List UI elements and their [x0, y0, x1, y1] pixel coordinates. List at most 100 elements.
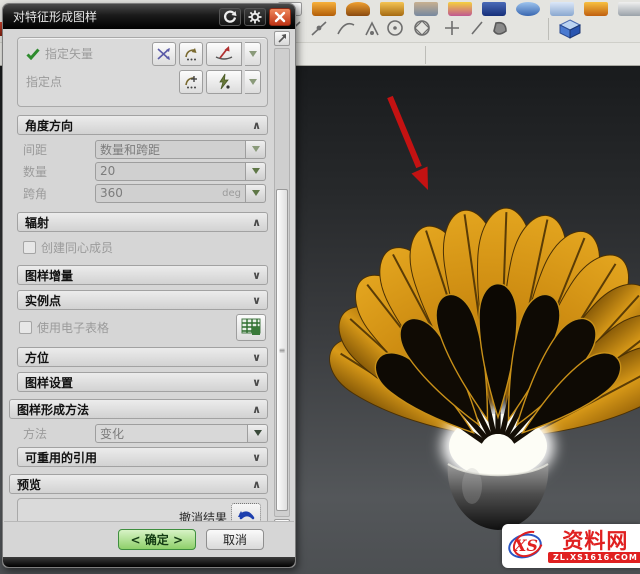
point-options-dropdown[interactable] — [245, 70, 261, 94]
toolbar-icon-extrude[interactable] — [312, 2, 336, 16]
section-reusable-references[interactable]: 可重用的引用 ∨ — [17, 447, 268, 467]
chevron-up-icon: ∧ — [252, 216, 261, 229]
vector-dialog-button[interactable] — [179, 42, 203, 66]
dropdown-arrow-icon — [252, 146, 260, 152]
span-options-button[interactable] — [246, 184, 266, 203]
span-angle-label: 跨角 — [23, 185, 95, 202]
inferred-vector-icon — [213, 45, 235, 63]
toolbar-icon-revolve[interactable] — [346, 2, 370, 16]
toolbar-separator — [548, 18, 549, 40]
inferred-vector-button[interactable] — [206, 42, 242, 66]
preview-group: 撤消结果 — [17, 498, 268, 521]
count-label: 数量 — [23, 163, 95, 180]
specify-point-caption: 指定点 — [26, 73, 176, 90]
thumb-grip-icon: ≡ — [279, 346, 286, 355]
dropdown-caret-icon — [249, 79, 257, 85]
section-pattern-method[interactable]: 图样形成方法 ∧ — [9, 399, 268, 419]
chevron-up-icon: ∧ — [252, 403, 261, 416]
dialog-reset-button[interactable] — [219, 8, 241, 26]
toolbar-icon-boss[interactable] — [414, 2, 438, 16]
ok-button[interactable]: < 确定 > — [118, 529, 196, 550]
snap-icons[interactable] — [282, 17, 540, 41]
method-dropdown-button[interactable] — [248, 424, 268, 443]
scrollbar-track[interactable]: ≡ — [274, 48, 290, 517]
inferred-point-button[interactable] — [206, 70, 242, 94]
cancel-button[interactable]: 取消 — [206, 529, 264, 550]
method-dropdown[interactable]: 变化 — [95, 424, 248, 443]
chevron-down-icon: ∨ — [252, 376, 261, 389]
dropdown-caret-icon — [249, 51, 257, 57]
use-spreadsheet-checkbox[interactable] — [19, 321, 32, 334]
toolbar-icon-shell[interactable] — [618, 2, 640, 16]
snap-point-toolbar — [282, 16, 583, 42]
down-arrow-icon — [252, 168, 260, 174]
concentric-members-checkbox[interactable] — [23, 241, 36, 254]
dialog-close-button[interactable] — [269, 8, 291, 26]
method-label: 方法 — [23, 425, 95, 442]
feature-toolbar-row — [278, 0, 640, 16]
shuttlecock-model — [290, 66, 640, 574]
toolbar-divider — [425, 46, 426, 64]
vector-options-dropdown[interactable] — [245, 42, 261, 66]
dialog-clip-button[interactable] — [274, 31, 290, 46]
point-dialog-icon — [183, 74, 199, 90]
section-radiate[interactable]: 辐射 ∧ — [17, 212, 268, 232]
span-angle-input[interactable]: 360 deg — [95, 184, 246, 203]
diagonal-arrow-icon — [278, 34, 287, 43]
toolbar-icon-hole[interactable] — [380, 2, 404, 16]
use-spreadsheet-label: 使用电子表格 — [37, 319, 233, 336]
section-instance-points[interactable]: 实例点 ∨ — [17, 290, 268, 310]
section-angular-direction[interactable]: 角度方向 ∧ — [17, 115, 268, 135]
two-point-vector-button[interactable] — [152, 42, 176, 66]
application-window: XS 资料网 ZL.XS1616.COM 对特征形成图样 — [0, 0, 640, 574]
scrollbar-thumb[interactable]: ≡ — [276, 189, 288, 511]
down-arrow-icon — [252, 190, 260, 196]
work-in-cube-icon[interactable] — [557, 17, 583, 41]
close-icon — [274, 11, 286, 23]
section-pattern-settings[interactable]: 图样设置 ∨ — [17, 372, 268, 392]
vector-dialog-icon — [183, 46, 199, 62]
annotation-arrow — [390, 97, 428, 190]
watermark-logo-text: XS — [514, 536, 538, 555]
toolbar-icon-mirror[interactable] — [482, 2, 506, 16]
watermark-site-name: 资料网 — [562, 530, 628, 552]
watermark: XS 资料网 ZL.XS1616.COM — [502, 524, 640, 568]
watermark-logo: XS — [506, 531, 546, 561]
dialog-title-bar[interactable]: 对特征形成图样 — [3, 4, 295, 29]
spreadsheet-icon — [241, 318, 261, 336]
undo-result-button[interactable] — [231, 503, 261, 521]
point-dialog-button[interactable] — [179, 70, 203, 94]
concentric-members-label: 创建同心成员 — [41, 239, 113, 256]
dialog-title: 对特征形成图样 — [13, 8, 216, 25]
chevron-down-icon: ∨ — [252, 294, 261, 307]
count-options-button[interactable] — [246, 162, 266, 181]
edit-spreadsheet-button[interactable] — [236, 314, 266, 341]
specify-vector-caption: 指定矢量 — [26, 45, 149, 62]
chevron-down-icon: ∨ — [252, 269, 261, 282]
undo-result-label: 撤消结果 — [179, 509, 227, 522]
section-preview[interactable]: 预览 ∧ — [9, 474, 268, 494]
reset-icon — [223, 10, 237, 24]
section-pattern-increment[interactable]: 图样增量 ∨ — [17, 265, 268, 285]
dialog-footer: < 确定 > 取消 — [4, 521, 294, 557]
section-orientation[interactable]: 方位 ∨ — [17, 347, 268, 367]
toolbar-icon-chamfer[interactable] — [584, 2, 608, 16]
chevron-down-icon: ∨ — [252, 451, 261, 464]
dialog-settings-button[interactable] — [244, 8, 266, 26]
dialog-body: 指定矢量 指定点 — [4, 29, 294, 521]
toolbar-icon-blend[interactable] — [550, 2, 574, 16]
rotation-axis-group: 指定矢量 指定点 — [17, 37, 268, 107]
dropdown-arrow-icon — [254, 430, 262, 436]
checkmark-icon — [26, 48, 40, 60]
spacing-dropdown[interactable]: 数量和跨距 — [95, 140, 246, 159]
spacing-dropdown-button[interactable] — [246, 140, 266, 159]
dialog-scrollbar: ≡ ▼ — [274, 31, 292, 534]
count-input[interactable]: 20 — [95, 162, 246, 181]
inferred-point-icon — [215, 73, 233, 91]
pattern-feature-dialog: 对特征形成图样 指定矢量 — [2, 3, 296, 568]
unit-label: deg — [222, 188, 241, 199]
undo-icon — [236, 509, 256, 521]
toolbar-icon-sphere[interactable] — [516, 2, 540, 16]
spacing-label: 间距 — [23, 141, 95, 158]
toolbar-icon-pattern[interactable] — [448, 2, 472, 16]
